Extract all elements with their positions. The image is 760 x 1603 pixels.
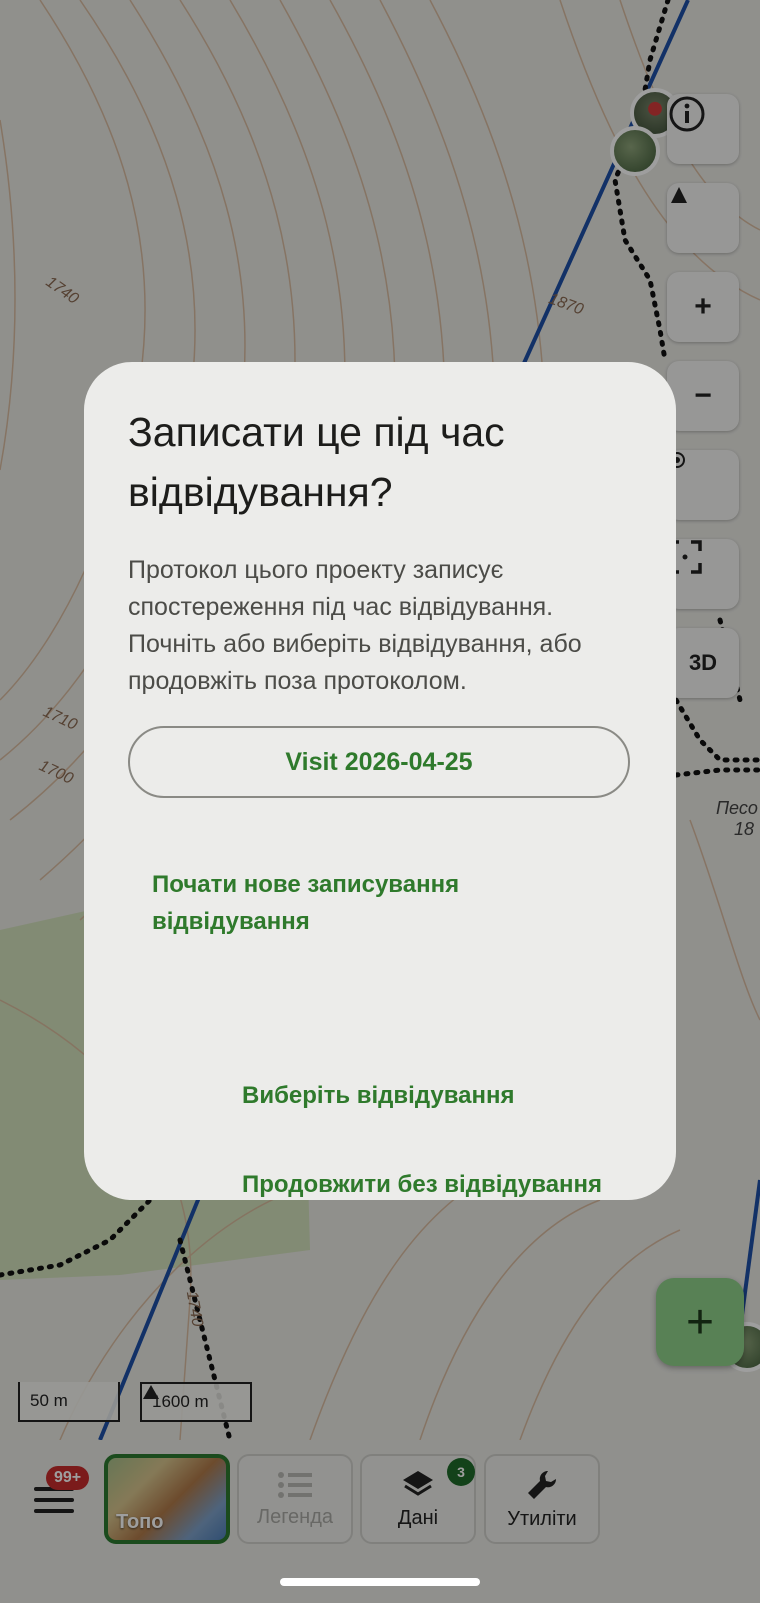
home-indicator[interactable] [280, 1578, 480, 1586]
dialog-title: Записати це під час відвідування? [128, 409, 505, 515]
continue-without-visit-button[interactable]: Продовжити без відвідування [242, 1166, 602, 1200]
existing-visit-button[interactable]: Visit 2026-04-25 [128, 726, 630, 798]
start-new-visit-button[interactable]: Почати нове записування відвідування [152, 866, 512, 940]
record-visit-dialog: Записати це під час відвідування? Проток… [84, 362, 676, 1200]
dialog-body: Протокол цього проекту записує спостереж… [128, 556, 582, 695]
choose-visit-button[interactable]: Виберіть відвідування [242, 1077, 515, 1114]
